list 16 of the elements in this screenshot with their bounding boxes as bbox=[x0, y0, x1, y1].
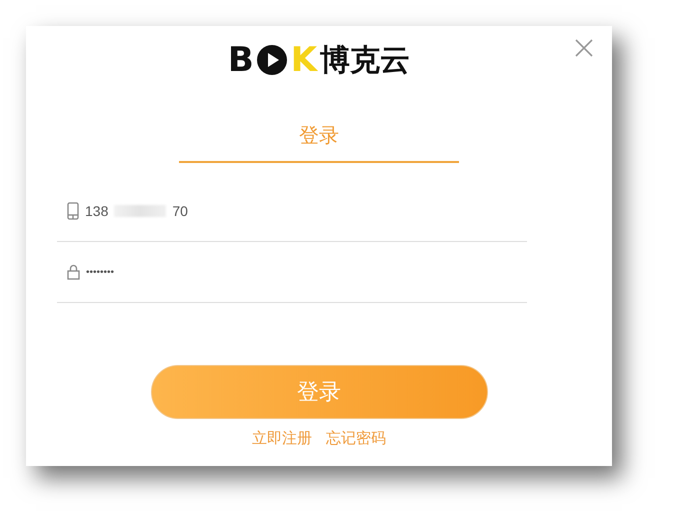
login-button[interactable]: 登录 bbox=[150, 365, 488, 419]
password-dots: •••••••• bbox=[86, 266, 114, 278]
text-link[interactable]: 忘记密码 bbox=[326, 429, 386, 448]
phone-number: 70 bbox=[172, 203, 188, 219]
password-field[interactable]: •••••••• bbox=[57, 242, 527, 303]
phone-field[interactable]: 138 70 bbox=[57, 181, 527, 242]
text-link[interactable]: 立即注册 bbox=[252, 429, 312, 448]
phone-number: 138 bbox=[85, 203, 108, 219]
logo-name: 博克云 bbox=[320, 42, 410, 80]
play-icon bbox=[256, 44, 288, 76]
phone-icon bbox=[67, 202, 79, 220]
close-icon[interactable] bbox=[574, 38, 594, 58]
lock-icon bbox=[67, 264, 80, 280]
logo-letter: B bbox=[228, 40, 253, 80]
logo-letter: K bbox=[290, 40, 316, 80]
login-tab[interactable]: 登录 bbox=[179, 122, 459, 163]
